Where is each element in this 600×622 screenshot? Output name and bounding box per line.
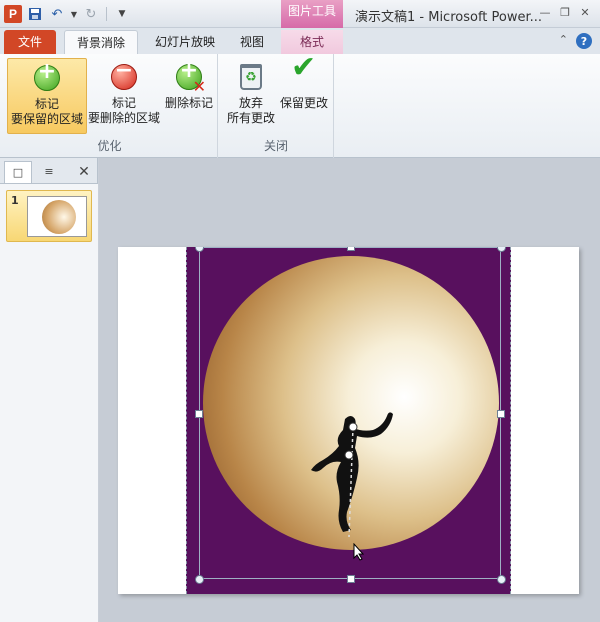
tabrow-right-controls: ⌃ ? [559,33,592,49]
group-close: ♻ 放弃 所有更改 ✔ 保留更改 关闭 [219,50,334,158]
delete-mark-label: 删除标记 [164,96,213,110]
resize-handle-bottom[interactable] [347,575,355,583]
mark-areas-to-keep-button[interactable]: + 标记 要保留的区域 [7,58,87,134]
delete-mark-button[interactable]: + ✕ 删除标记 [162,58,216,134]
slide-editing-area[interactable] [99,158,600,622]
panel-tabs: □ ≡ ✕ [0,161,98,183]
window-controls: — ❐ ✕ [536,5,594,21]
keep-region-selection[interactable] [199,247,501,579]
help-icon[interactable]: ? [576,33,592,49]
tab-file[interactable]: 文件 [4,30,56,54]
mark-keep-label-line2: 要保留的区域 [10,112,83,126]
mark-remove-label-line1: 标记 [111,96,136,110]
undo-icon[interactable]: ↶ [48,5,66,23]
resize-handle-top[interactable] [347,247,355,251]
ribbon: + 标记 要保留的区域 − 标记 要删除的区域 + ✕ 删除标记 优化 ♻ 放弃 [0,50,600,158]
group-optimize: + 标记 要保留的区域 − 标记 要删除的区域 + ✕ 删除标记 优化 [2,54,218,158]
discard-all-changes-button[interactable]: ♻ 放弃 所有更改 [223,58,279,134]
picture-removal-area[interactable] [186,247,511,594]
title-bar: P ↶ ▼ ↻ ▼ 图片工具 演示文稿1 - Microsoft Power..… [0,0,600,28]
toolbar-separator [106,7,107,21]
delete-mark-icon: + ✕ [174,60,206,95]
checkmark-icon: ✔ [291,50,317,85]
keep-changes-button[interactable]: ✔ 保留更改 [277,50,331,134]
close-icon[interactable]: ✕ [576,5,594,21]
restore-icon[interactable]: ❐ [556,5,574,21]
resize-handle-bottom-left[interactable] [195,575,204,584]
discard-label-line1: 放弃 [238,96,263,110]
mark-remove-label-line2: 要删除的区域 [87,111,160,125]
group-label-close: 关闭 [263,139,288,153]
slide-thumbnail-list[interactable]: 1 [0,183,98,622]
resize-handle-left[interactable] [195,410,203,418]
group-label-optimize: 优化 [97,139,122,153]
slide-number: 1 [11,194,19,207]
slides-tab-icon[interactable]: □ [4,161,32,183]
undo-dropdown-icon[interactable]: ▼ [70,5,78,23]
slide-thumbnail-image [27,196,87,237]
window-title: 演示文稿1 - Microsoft Power... [355,10,543,25]
close-panel-icon[interactable]: ✕ [74,161,94,183]
save-icon[interactable] [26,5,44,23]
resize-handle-top-right[interactable] [497,247,506,252]
minimize-icon[interactable]: — [536,5,554,21]
plus-circle-icon: + [32,61,62,93]
mark-areas-to-remove-button[interactable]: − 标记 要删除的区域 [86,58,162,134]
tab-background-removal[interactable]: 背景消除 [64,30,138,54]
picture-tools-context-title: 图片工具 [281,0,343,28]
slide-thumbnail-selected[interactable]: 1 [6,190,92,242]
keep-changes-label: 保留更改 [279,96,328,110]
tab-slideshow[interactable]: 幻灯片放映 [145,30,225,54]
discard-label-line2: 所有更改 [226,111,275,125]
redo-icon[interactable]: ↻ [82,5,100,23]
slides-panel: □ ≡ ✕ 1 [0,158,98,622]
resize-handle-bottom-right[interactable] [497,575,506,584]
customize-toolbar-icon[interactable]: ▼ [113,5,131,23]
resize-handle-right[interactable] [497,410,505,418]
powerpoint-app-icon[interactable]: P [4,5,22,23]
quick-access-toolbar: P ↶ ▼ ↻ ▼ [4,5,131,23]
collapse-ribbon-icon[interactable]: ⌃ [559,33,568,49]
tab-view[interactable]: 视图 [230,30,274,54]
slide-canvas[interactable] [118,247,579,594]
minus-circle-icon: − [109,60,139,92]
recycle-bin-icon: ♻ [236,62,266,92]
mark-keep-label-line1: 标记 [34,97,59,111]
outline-tab-icon[interactable]: ≡ [35,161,63,183]
